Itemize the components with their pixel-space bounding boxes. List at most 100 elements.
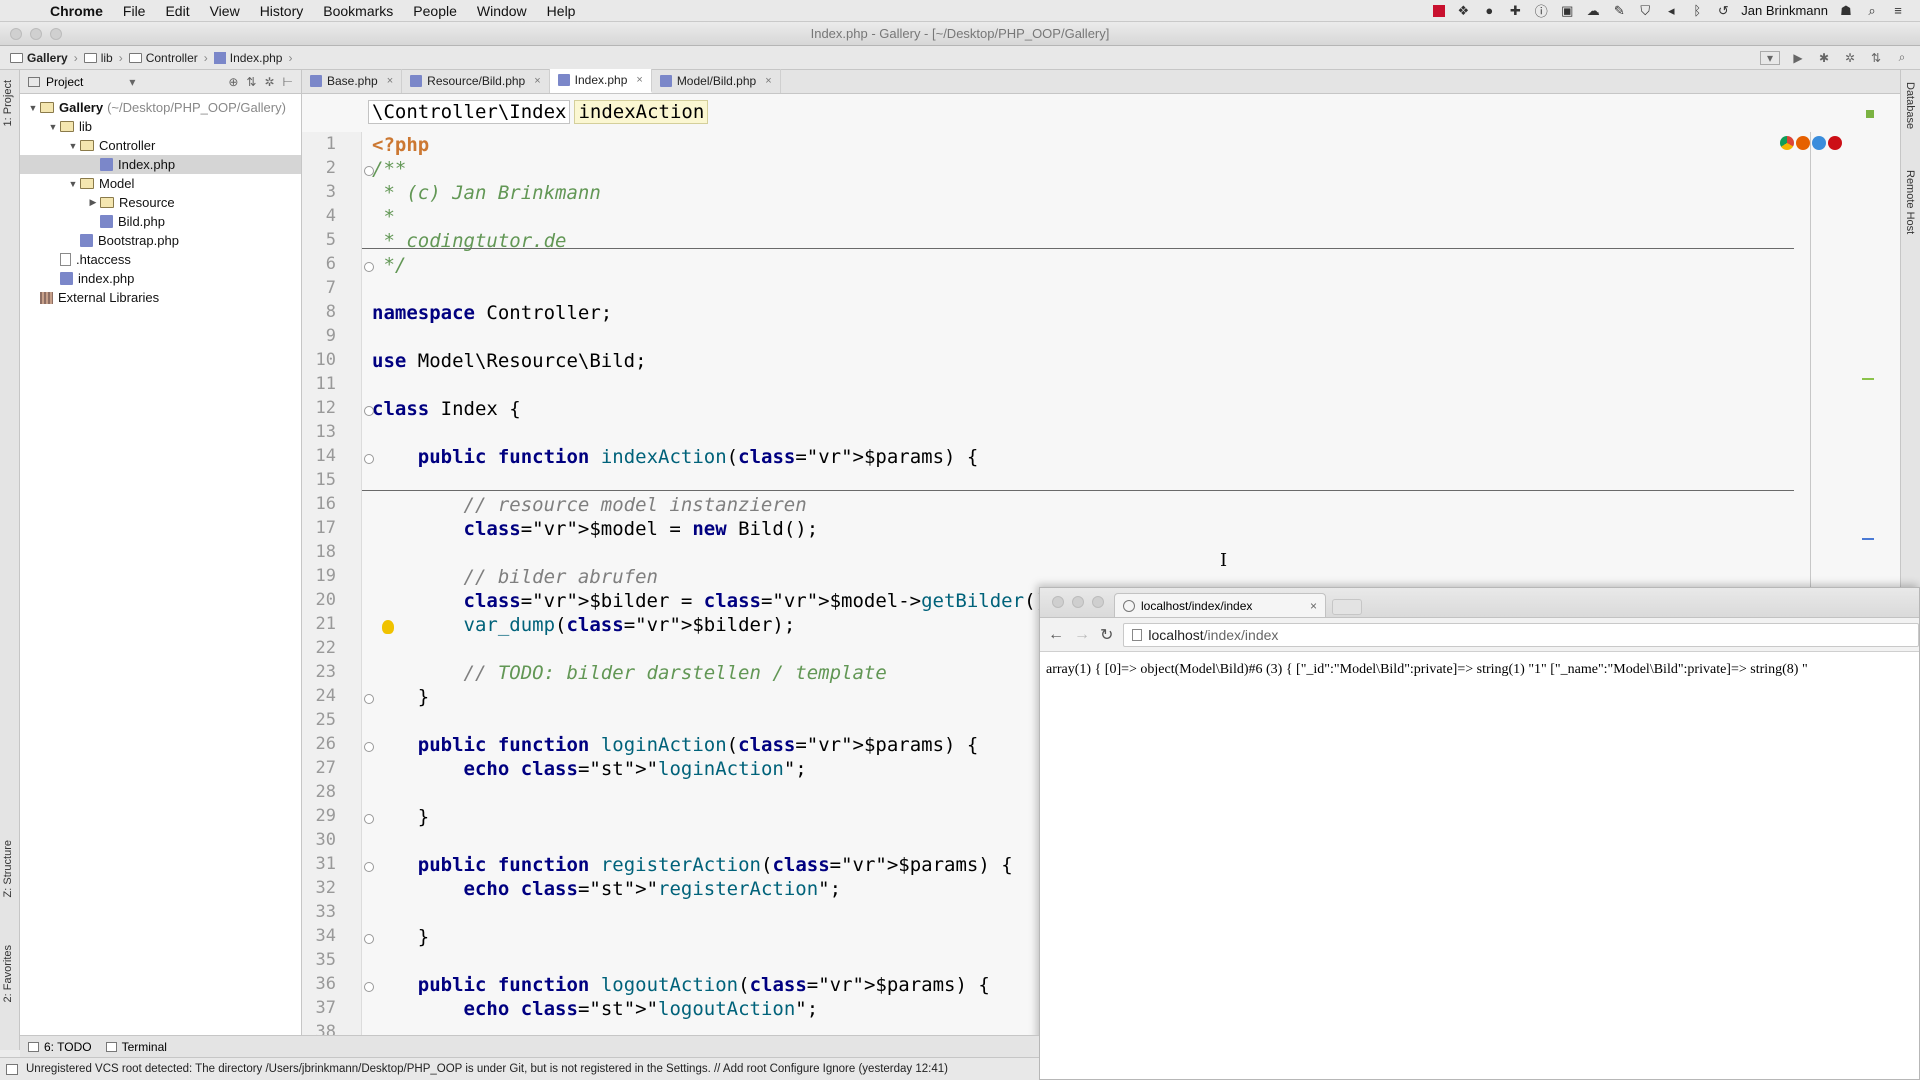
droplet-icon[interactable]: ●	[1481, 3, 1497, 18]
opera-icon[interactable]	[1828, 136, 1842, 150]
line-number[interactable]: 13	[302, 422, 336, 442]
chrome-icon[interactable]	[1780, 136, 1794, 150]
line-number[interactable]: 18	[302, 542, 336, 562]
menu-file[interactable]: File	[113, 0, 156, 22]
tool-tab-project[interactable]: 1: Project	[2, 80, 14, 126]
line-number[interactable]: 21	[302, 614, 336, 634]
code-line[interactable]: class="vr">$bilder = class="vr">$model->…	[372, 590, 1059, 612]
user-icon[interactable]: ☗	[1838, 3, 1854, 18]
browser-minimize-button[interactable]	[1072, 596, 1084, 608]
close-tab-icon[interactable]: ×	[387, 75, 393, 87]
locate-file-icon[interactable]: ⊕	[228, 75, 238, 89]
tool-tab-remote-host[interactable]: Remote Host	[1904, 170, 1916, 234]
tree-item[interactable]: Bootstrap.php	[20, 231, 301, 250]
error-stripe-todo-marker[interactable]	[1862, 538, 1874, 540]
breadcrumb-controller[interactable]: Controller	[146, 51, 198, 65]
safari-icon[interactable]	[1812, 136, 1826, 150]
tree-item[interactable]: ▼ Gallery (~/Desktop/PHP_OOP/Gallery)	[20, 98, 301, 117]
code-line[interactable]: <?php	[372, 134, 429, 156]
tree-item[interactable]: ▼ Controller	[20, 136, 301, 155]
tree-item[interactable]: index.php	[20, 269, 301, 288]
line-number[interactable]: 38	[302, 1022, 336, 1035]
line-number[interactable]: 36	[302, 974, 336, 994]
tree-item[interactable]: ▼ Model	[20, 174, 301, 193]
record-icon[interactable]	[1433, 4, 1446, 17]
tool-windows-icon[interactable]	[6, 1063, 18, 1075]
breadcrumb-index-php[interactable]: Index.php	[230, 51, 283, 65]
fold-toggle-icon[interactable]	[364, 934, 374, 944]
debug-icon[interactable]: ✱	[1816, 51, 1832, 65]
code-line[interactable]: namespace Controller;	[372, 302, 612, 324]
line-number[interactable]: 37	[302, 998, 336, 1018]
code-line[interactable]: }	[372, 806, 429, 828]
code-line[interactable]: }	[372, 926, 429, 948]
chevron-down-icon[interactable]: ▼	[66, 141, 80, 151]
fold-toggle-icon[interactable]	[364, 742, 374, 752]
shield-icon[interactable]: ⛉	[1637, 3, 1653, 18]
tree-item[interactable]: External Libraries	[20, 288, 301, 307]
line-number[interactable]: 26	[302, 734, 336, 754]
menu-help[interactable]: Help	[537, 0, 586, 22]
fold-toggle-icon[interactable]	[364, 862, 374, 872]
bluetooth-icon[interactable]: ᛒ	[1689, 3, 1705, 18]
browser-close-button[interactable]	[1052, 596, 1064, 608]
terminal-tool-button[interactable]: Terminal	[105, 1040, 167, 1054]
line-number[interactable]: 27	[302, 758, 336, 778]
plus-cross-icon[interactable]: ✚	[1507, 3, 1523, 18]
browser-zoom-button[interactable]	[1092, 596, 1104, 608]
fold-toggle-icon[interactable]	[364, 406, 374, 416]
line-number[interactable]: 1	[302, 134, 336, 154]
tool-tab-database[interactable]: Database	[1904, 82, 1916, 129]
forward-arrow-icon[interactable]: →	[1074, 626, 1090, 644]
menu-bookmarks[interactable]: Bookmarks	[313, 0, 403, 22]
code-line[interactable]: // resource model instanzieren	[372, 494, 807, 516]
line-number[interactable]: 6	[302, 254, 336, 274]
menu-view[interactable]: View	[200, 0, 250, 22]
run-icon[interactable]: ▶	[1790, 51, 1806, 65]
line-number[interactable]: 9	[302, 326, 336, 346]
code-line[interactable]: public function loginAction(class="vr">$…	[372, 734, 979, 756]
line-number[interactable]: 14	[302, 446, 336, 466]
code-line[interactable]: }	[372, 686, 429, 708]
line-number[interactable]: 22	[302, 638, 336, 658]
line-number[interactable]: 16	[302, 494, 336, 514]
chevron-down-icon[interactable]: ▼	[26, 103, 40, 113]
notification-list-icon[interactable]: ≡	[1890, 3, 1906, 18]
firefox-icon[interactable]	[1796, 136, 1810, 150]
line-number[interactable]: 10	[302, 350, 336, 370]
code-line[interactable]: var_dump(class="vr">$bilder);	[372, 614, 796, 636]
breadcrumb-gallery[interactable]: Gallery	[27, 51, 68, 65]
new-tab-button[interactable]	[1332, 599, 1362, 615]
error-stripe-marker[interactable]	[1862, 378, 1874, 380]
breadcrumb-lib[interactable]: lib	[101, 51, 113, 65]
chevron-down-icon[interactable]: ▾	[129, 75, 135, 89]
line-number[interactable]: 30	[302, 830, 336, 850]
line-number[interactable]: 20	[302, 590, 336, 610]
coverage-icon[interactable]: ✲	[1842, 51, 1858, 65]
fold-toggle-icon[interactable]	[364, 454, 374, 464]
close-tab-icon[interactable]: ×	[534, 75, 540, 87]
tool-tab-favorites[interactable]: 2: Favorites	[2, 945, 14, 1002]
gear-icon[interactable]: ✲	[264, 75, 274, 89]
structure-method[interactable]: indexAction	[574, 100, 709, 124]
tree-item[interactable]: ▶ Resource	[20, 193, 301, 212]
line-number[interactable]: 25	[302, 710, 336, 730]
line-number[interactable]: 31	[302, 854, 336, 874]
line-number[interactable]: 17	[302, 518, 336, 538]
menu-app-name[interactable]: Chrome	[40, 0, 113, 22]
collapse-all-icon[interactable]: ⇅	[246, 75, 256, 89]
vcs-icon[interactable]: ⇅	[1868, 51, 1884, 65]
line-number[interactable]: 7	[302, 278, 336, 298]
menu-history[interactable]: History	[250, 0, 314, 22]
tool-tab-structure[interactable]: Z: Structure	[2, 840, 14, 897]
dropbox-icon[interactable]: ❖	[1455, 3, 1471, 18]
menu-edit[interactable]: Edit	[155, 0, 199, 22]
menu-people[interactable]: People	[403, 0, 467, 22]
code-line[interactable]: class="vr">$model = new Bild();	[372, 518, 819, 540]
cloud-icon[interactable]: ☁	[1585, 3, 1601, 18]
volume-icon[interactable]: ◂	[1663, 3, 1679, 18]
line-number[interactable]: 8	[302, 302, 336, 322]
line-number[interactable]: 5	[302, 230, 336, 250]
bookmark-icon[interactable]: ▣	[1559, 3, 1575, 18]
code-line[interactable]: public function registerAction(class="vr…	[372, 854, 1013, 876]
